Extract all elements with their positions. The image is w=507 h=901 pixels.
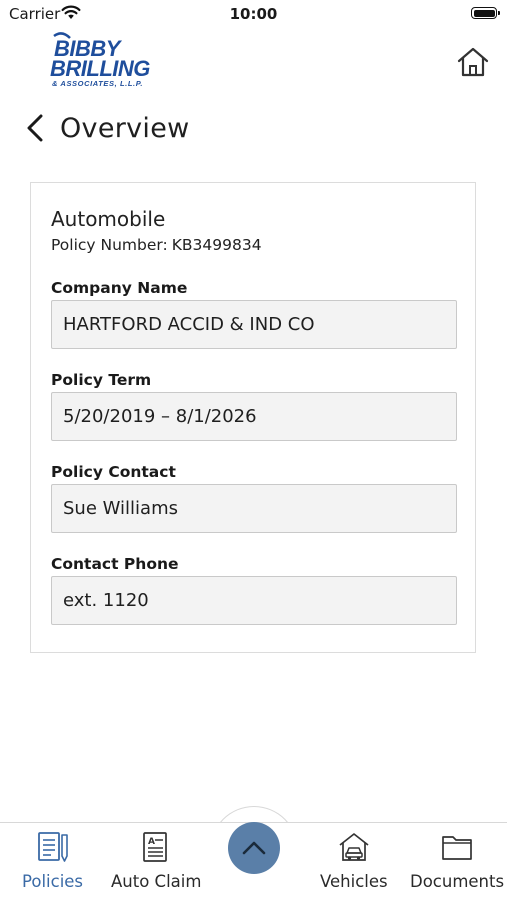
battery-icon	[471, 7, 500, 19]
company-logo: BIBBY BRILLING & ASSOCIATES, L.L.P.	[48, 32, 198, 88]
policy-type: Automobile	[51, 207, 166, 231]
tab-vehicles-label: Vehicles	[320, 872, 388, 891]
contact-phone-label: Contact Phone	[51, 555, 179, 573]
logo-line-3: & ASSOCIATES, L.L.P.	[52, 79, 143, 88]
home-icon	[457, 47, 489, 77]
policy-term-field: 5/20/2019 – 8/1/2026	[51, 392, 457, 441]
contact-phone-field[interactable]: ext. 1120	[51, 576, 457, 625]
claim-form-icon: A	[143, 832, 168, 862]
logo-line-2: BRILLING	[50, 56, 150, 81]
expand-menu-button[interactable]	[228, 822, 280, 874]
tab-auto-claim-label: Auto Claim	[111, 872, 202, 891]
status-bar: Carrier 10:00	[0, 0, 507, 28]
tab-vehicles[interactable]: Vehicles	[320, 831, 388, 891]
tab-policies-label: Policies	[22, 872, 84, 891]
clock: 10:00	[229, 5, 278, 23]
folder-icon	[442, 836, 472, 860]
garage-car-icon	[339, 833, 369, 861]
page-title: Overview	[60, 112, 190, 144]
company-name-label: Company Name	[51, 279, 188, 297]
policy-contact-field: Sue Williams	[51, 484, 457, 533]
tab-documents[interactable]: Documents	[410, 831, 504, 891]
policy-contact-label: Policy Contact	[51, 463, 176, 481]
policy-number: Policy Number: KB3499834	[51, 236, 262, 254]
svg-text:A: A	[148, 837, 155, 847]
tab-policies[interactable]: Policies	[22, 831, 83, 891]
chevron-left-icon[interactable]	[24, 113, 46, 143]
contact-phone-value: ext. 1120	[63, 590, 149, 611]
policy-term-label: Policy Term	[51, 371, 152, 389]
tab-auto-claim[interactable]: A Auto Claim	[111, 831, 201, 891]
company-name-value: HARTFORD ACCID & IND CO	[63, 314, 315, 335]
policy-card: Automobile Policy Number: KB3499834 Compa…	[30, 182, 476, 653]
nav-bar: Overview	[24, 108, 190, 148]
tab-documents-label: Documents	[410, 872, 505, 891]
chevron-up-icon	[242, 841, 266, 855]
home-button[interactable]	[455, 44, 491, 80]
policy-document-icon	[37, 832, 68, 862]
company-name-field: HARTFORD ACCID & IND CO	[51, 300, 457, 349]
policy-number-label: Policy Number:	[51, 236, 168, 254]
policy-contact-value: Sue Williams	[63, 498, 178, 519]
policy-term-value: 5/20/2019 – 8/1/2026	[63, 406, 257, 427]
policy-number-value: KB3499834	[171, 236, 262, 254]
